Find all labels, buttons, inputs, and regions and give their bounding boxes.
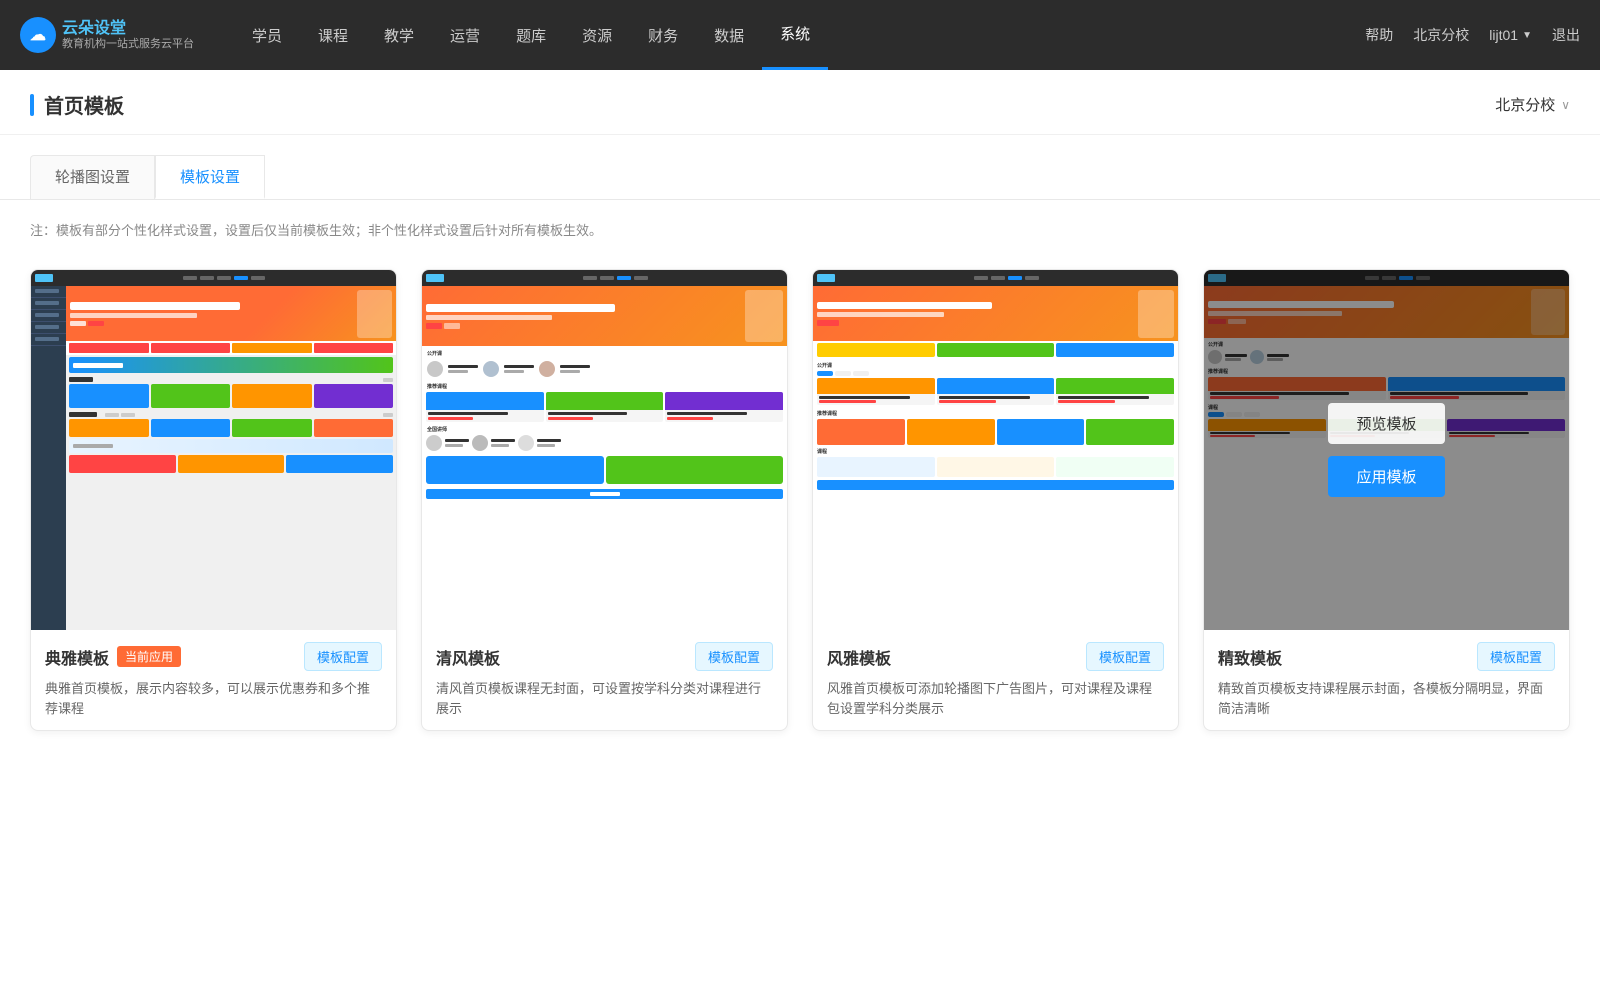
help-link[interactable]: 帮助 — [1365, 25, 1393, 45]
template-desc-fengya: 风雅首页模板可添加轮播图下广告图片，可对课程及课程包设置学科分类展示 — [827, 679, 1164, 718]
template-card-fengya: 公开课 — [812, 269, 1179, 731]
template-name-dianyan: 典雅模板 — [45, 645, 109, 669]
preview-mockup-t2: 公开课 — [422, 270, 787, 630]
nav-item-data[interactable]: 数据 — [696, 0, 762, 70]
template-name-jingzhi: 精致模板 — [1218, 645, 1282, 669]
template-config-btn-dianyan[interactable]: 模板配置 — [304, 642, 382, 671]
tab-carousel[interactable]: 轮播图设置 — [30, 155, 155, 199]
nav-item-resources[interactable]: 资源 — [564, 0, 630, 70]
template-name-row-dianyan: 典雅模板 当前应用 模板配置 — [45, 642, 382, 671]
username: lijt01 — [1489, 27, 1518, 43]
template-footer-fengya: 风雅模板 模板配置 风雅首页模板可添加轮播图下广告图片，可对课程及课程包设置学科… — [813, 630, 1178, 730]
template-name-row-fengya: 风雅模板 模板配置 — [827, 642, 1164, 671]
tab-template[interactable]: 模板设置 — [155, 155, 265, 199]
template-config-btn-fengya[interactable]: 模板配置 — [1086, 642, 1164, 671]
nav-item-system[interactable]: 系统 — [762, 0, 828, 70]
template-card-jingzhi: 公开课 — [1203, 269, 1570, 731]
template-name-fengya: 风雅模板 — [827, 645, 891, 669]
tabs: 轮播图设置 模板设置 — [30, 155, 1570, 199]
mock-logo — [35, 274, 53, 282]
logo[interactable]: ☁ 云朵设堂 教育机构一站式服务云平台 — [20, 17, 194, 53]
page-header: 首页模板 北京分校 ∨ — [0, 70, 1600, 135]
template-footer-jingzhi: 精致模板 模板配置 精致首页模板支持课程展示封面，各模板分隔明显，界面简洁清晰 — [1204, 630, 1569, 730]
template-badge-dianyan: 当前应用 — [117, 646, 181, 667]
mock-nav-items — [56, 276, 392, 280]
nav-item-finance[interactable]: 财务 — [630, 0, 696, 70]
overlay-apply-btn[interactable]: 应用模板 — [1328, 456, 1444, 497]
logout-link[interactable]: 退出 — [1552, 25, 1580, 45]
school-selector[interactable]: 北京分校 ∨ — [1495, 94, 1570, 115]
template-desc-dianyan: 典雅首页模板，展示内容较多，可以展示优惠券和多个推荐课程 — [45, 679, 382, 718]
template-overlay-jingzhi: 预览模板 应用模板 — [1204, 270, 1569, 630]
preview-mockup-t3: 公开课 — [813, 270, 1178, 630]
note-text: 注：模板有部分个性化样式设置，设置后仅当前模板生效；非个性化样式设置后针对所有模… — [0, 200, 1600, 249]
mock-nav-t2 — [422, 270, 787, 286]
nav-item-courses[interactable]: 课程 — [300, 0, 366, 70]
nav-item-operations[interactable]: 运营 — [432, 0, 498, 70]
chevron-down-icon: ∨ — [1561, 98, 1570, 112]
template-desc-jingzhi: 精致首页模板支持课程展示封面，各模板分隔明显，界面简洁清晰 — [1218, 679, 1555, 718]
nav-item-students[interactable]: 学员 — [234, 0, 300, 70]
template-name-row-qingfeng: 清风模板 模板配置 — [436, 642, 773, 671]
template-card-qingfeng: 公开课 — [421, 269, 788, 731]
templates-grid: 典雅模板 当前应用 模板配置 典雅首页模板，展示内容较多，可以展示优惠券和多个推… — [0, 249, 1600, 771]
nav-menu: 学员 课程 教学 运营 题库 资源 财务 数据 系统 — [234, 0, 1365, 70]
mock-logo-t2 — [426, 274, 444, 282]
school-link[interactable]: 北京分校 — [1413, 25, 1469, 45]
mock-main-content — [66, 286, 396, 630]
preview-mockup-t1 — [31, 270, 396, 630]
tabs-container: 轮播图设置 模板设置 — [0, 135, 1600, 200]
page-title: 首页模板 — [30, 90, 124, 119]
template-config-btn-jingzhi[interactable]: 模板配置 — [1477, 642, 1555, 671]
logo-text: 云朵设堂 教育机构一站式服务云平台 — [62, 19, 194, 51]
overlay-preview-btn[interactable]: 预览模板 — [1328, 403, 1444, 444]
template-desc-qingfeng: 清风首页模板课程无封面，可设置按学科分类对课程进行展示 — [436, 679, 773, 718]
header-right: 帮助 北京分校 lijt01 ▼ 退出 — [1365, 25, 1580, 45]
user-dropdown[interactable]: lijt01 ▼ — [1489, 27, 1532, 43]
mock-nav-t3 — [813, 270, 1178, 286]
template-card-dianyan: 典雅模板 当前应用 模板配置 典雅首页模板，展示内容较多，可以展示优惠券和多个推… — [30, 269, 397, 731]
template-preview-dianyan[interactable] — [31, 270, 396, 630]
template-preview-jingzhi[interactable]: 公开课 — [1204, 270, 1569, 630]
main-content: 首页模板 北京分校 ∨ 轮播图设置 模板设置 注：模板有部分个性化样式设置，设置… — [0, 70, 1600, 990]
template-config-btn-qingfeng[interactable]: 模板配置 — [695, 642, 773, 671]
template-name-row-jingzhi: 精致模板 模板配置 — [1218, 642, 1555, 671]
nav-item-teaching[interactable]: 教学 — [366, 0, 432, 70]
template-footer-qingfeng: 清风模板 模板配置 清风首页模板课程无封面，可设置按学科分类对课程进行展示 — [422, 630, 787, 730]
nav-item-questions[interactable]: 题库 — [498, 0, 564, 70]
template-preview-fengya[interactable]: 公开课 — [813, 270, 1178, 630]
header: ☁ 云朵设堂 教育机构一站式服务云平台 学员 课程 教学 运营 题库 资源 财务… — [0, 0, 1600, 70]
mock-nav — [31, 270, 396, 286]
template-preview-qingfeng[interactable]: 公开课 — [422, 270, 787, 630]
template-name-qingfeng: 清风模板 — [436, 645, 500, 669]
template-footer-dianyan: 典雅模板 当前应用 模板配置 典雅首页模板，展示内容较多，可以展示优惠券和多个推… — [31, 630, 396, 730]
mock-logo-t3 — [817, 274, 835, 282]
logo-icon: ☁ — [20, 17, 56, 53]
chevron-down-icon: ▼ — [1522, 30, 1532, 41]
mock-sidebar — [31, 286, 66, 630]
